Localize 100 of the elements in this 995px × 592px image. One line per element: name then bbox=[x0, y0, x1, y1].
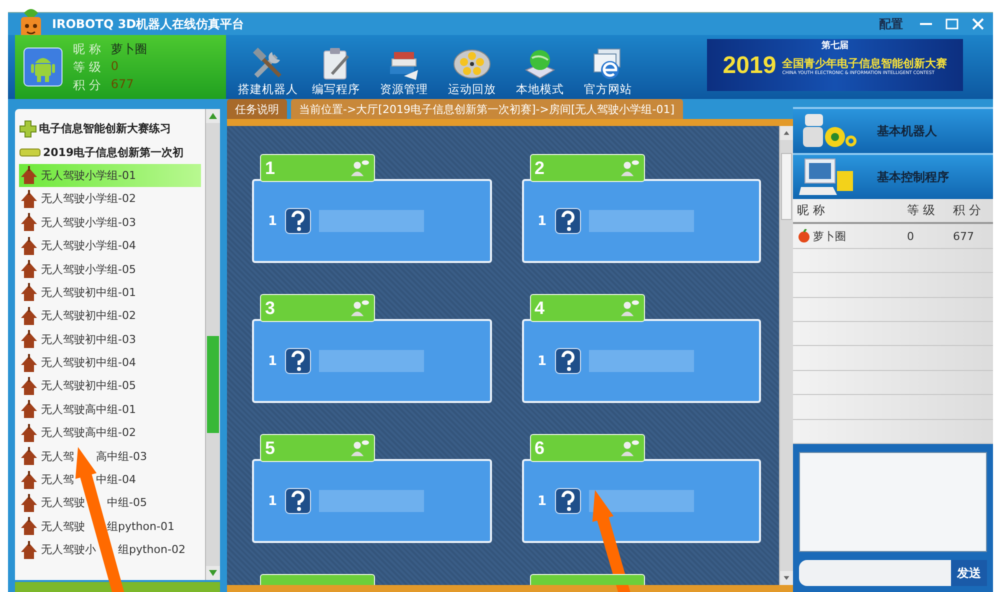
scroll-up-icon[interactable] bbox=[206, 109, 220, 123]
tree-item[interactable]: 无人驾驶初中组-04 bbox=[15, 350, 205, 374]
house-icon bbox=[19, 165, 39, 186]
toolbar-button[interactable]: 运动回放 bbox=[438, 44, 506, 99]
scroll-up-icon[interactable] bbox=[780, 126, 793, 140]
tree-item[interactable]: 无人驾驶高中组-01 bbox=[15, 398, 205, 422]
side-button[interactable]: 基本机器人 bbox=[793, 107, 993, 153]
house-icon bbox=[19, 236, 39, 256]
tree-item[interactable]: 2019电子信息创新第一次初 bbox=[15, 140, 205, 164]
tree-item[interactable]: 无人驾驶初中组-01 bbox=[15, 280, 205, 304]
item-label: 无人驾驶初中组-01 bbox=[41, 284, 136, 300]
column-header[interactable]: 积 分 bbox=[953, 202, 993, 220]
item-label-part: 无人驾 bbox=[41, 448, 74, 464]
house-icon bbox=[19, 329, 39, 350]
tree-item[interactable]: 无人驾驶高中组-02 bbox=[15, 421, 205, 444]
close-icon[interactable] bbox=[971, 17, 985, 31]
tree-item[interactable]: 无人驾驶初中组-05 bbox=[15, 374, 205, 398]
item-label: 无人驾驶初中组-05 bbox=[41, 378, 136, 394]
toolbar-button[interactable]: 本地模式 bbox=[506, 44, 574, 99]
house-icon bbox=[19, 516, 39, 536]
tree-item[interactable]: 电子信息智能创新大赛练习 bbox=[15, 117, 205, 140]
question-mark-icon bbox=[554, 348, 581, 374]
house-icon bbox=[19, 470, 39, 490]
tree-item[interactable]: 无人驾驶小学组-02 bbox=[15, 187, 205, 211]
tree-item[interactable]: 无人驾驶 组python-01 bbox=[15, 514, 205, 538]
house-icon bbox=[19, 376, 39, 396]
tree-item[interactable]: 无人驾驶初中组-02 bbox=[15, 304, 205, 328]
tree-item[interactable]: 无人驾 中组-04 bbox=[15, 468, 205, 492]
user-chat-icon[interactable] bbox=[620, 439, 640, 457]
send-button[interactable]: 发送 bbox=[951, 560, 987, 586]
item-label-part: 无人驾驶 bbox=[41, 518, 85, 534]
item-label-part: 中组-05 bbox=[107, 495, 147, 510]
item-label-part: 组python-02 bbox=[118, 542, 186, 558]
user-chat-icon[interactable] bbox=[620, 299, 640, 317]
apple-icon bbox=[797, 229, 811, 244]
toolbar-button[interactable]: 官方网站 bbox=[574, 44, 642, 99]
house-icon bbox=[19, 259, 39, 280]
player-score: 677 bbox=[953, 230, 975, 243]
item-label: 无人驾驶初中组-04 bbox=[41, 355, 136, 370]
player-level: 0 bbox=[907, 230, 915, 243]
toolbar-button[interactable]: 编写程序 bbox=[302, 44, 370, 99]
user-chat-icon[interactable] bbox=[620, 159, 640, 177]
item-label: 2019电子信息创新第一次初 bbox=[43, 144, 184, 160]
field-label: 昵 称 bbox=[73, 40, 101, 58]
field-value: 0 bbox=[110, 58, 118, 74]
toolbar-button[interactable]: 搭建机器人 bbox=[234, 44, 302, 99]
house-icon bbox=[19, 306, 39, 326]
player-name: 萝卜圈 bbox=[813, 228, 846, 244]
seat-number: 1 bbox=[268, 354, 278, 368]
message-input[interactable] bbox=[799, 560, 951, 586]
maximize-icon[interactable] bbox=[945, 17, 959, 31]
scrollbar[interactable] bbox=[205, 109, 220, 580]
tree-item[interactable]: 无人驾驶小学组-03 bbox=[15, 210, 205, 234]
user-chat-icon[interactable] bbox=[350, 299, 370, 317]
question-mark-icon bbox=[554, 208, 581, 234]
column-header[interactable]: 昵 称 bbox=[797, 202, 907, 220]
seat-number: 1 bbox=[268, 214, 278, 228]
scrollbar-thumb[interactable] bbox=[781, 152, 792, 220]
item-label-part: 无人驾驶小 bbox=[41, 542, 96, 558]
house-icon bbox=[19, 446, 39, 466]
robot-avatar-icon bbox=[23, 47, 63, 87]
question-mark-icon bbox=[554, 488, 581, 514]
tree-item[interactable]: 无人驾驶小学组-04 bbox=[15, 234, 205, 258]
user-chat-icon[interactable] bbox=[350, 159, 370, 177]
tree-item[interactable]: 无人驾 高中组-03 bbox=[15, 444, 205, 468]
item-label: 电子信息智能创新大赛练习 bbox=[39, 121, 171, 136]
item-label: 无人驾驶小学组-02 bbox=[41, 191, 136, 206]
tree-item[interactable]: 无人驾驶小学组-01 bbox=[19, 164, 201, 188]
scroll-down-icon[interactable] bbox=[206, 566, 220, 580]
item-label: 无人驾驶高中组-01 bbox=[41, 402, 136, 417]
house-icon bbox=[19, 399, 39, 420]
item-label-part: 组python-01 bbox=[107, 518, 174, 534]
house-icon bbox=[19, 212, 39, 232]
tree-item[interactable]: 无人驾驶初中组-03 bbox=[15, 328, 205, 351]
field-label: 积 分 bbox=[73, 76, 101, 94]
item-label: 无人驾驶小学组-04 bbox=[41, 238, 136, 254]
seat-number: 1 bbox=[538, 494, 547, 508]
seat-number: 1 bbox=[538, 354, 547, 368]
item-label: 无人驾驶初中组-03 bbox=[41, 332, 136, 347]
settings-button[interactable]: 配置 bbox=[875, 16, 907, 32]
seat-number: 1 bbox=[538, 214, 547, 228]
scrollbar-thumb[interactable] bbox=[207, 336, 219, 434]
house-icon bbox=[19, 492, 39, 513]
item-label-part: 高中组-03 bbox=[96, 448, 147, 464]
tree-item[interactable]: 无人驾驶小学组-05 bbox=[15, 257, 205, 281]
field-value: 萝卜圈 bbox=[110, 40, 147, 58]
question-mark-icon bbox=[285, 348, 312, 374]
side-button[interactable]: 基本控制程序 bbox=[793, 153, 993, 199]
question-mark-icon bbox=[285, 208, 312, 234]
tab[interactable]: 任务说明 bbox=[227, 99, 287, 119]
item-label: 无人驾驶高中组-02 bbox=[41, 425, 136, 440]
scrollbar[interactable] bbox=[779, 126, 793, 585]
item-label-part: 无人驾 bbox=[41, 472, 74, 488]
scroll-down-icon[interactable] bbox=[780, 571, 793, 585]
user-chat-icon[interactable] bbox=[350, 439, 370, 457]
tree-item[interactable]: 无人驾驶 中组-05 bbox=[15, 491, 205, 515]
toolbar-button[interactable]: 资源管理 bbox=[370, 44, 438, 99]
house-icon bbox=[19, 352, 39, 373]
column-header[interactable]: 等 级 bbox=[907, 202, 953, 220]
tree-item[interactable]: 无人驾驶小 组python-02 bbox=[15, 538, 205, 562]
